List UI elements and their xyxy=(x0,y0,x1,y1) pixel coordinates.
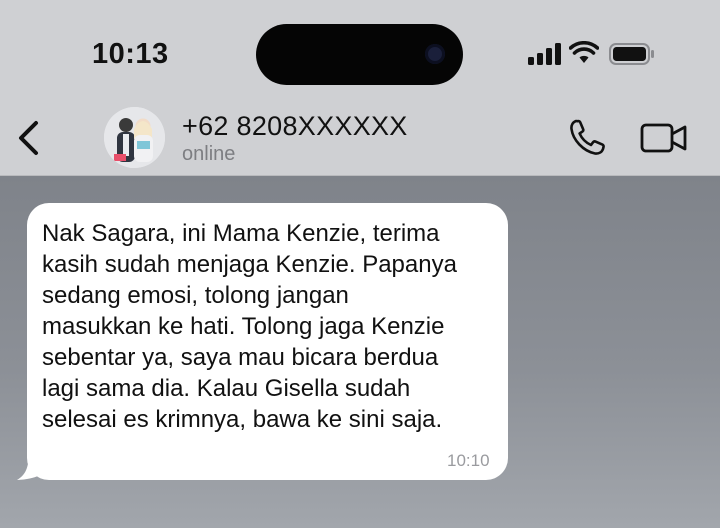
message-text: Nak Sagara, ini Mama Kenzie, terima kasi… xyxy=(42,220,457,433)
avatar[interactable] xyxy=(104,107,165,168)
contact-status: online xyxy=(182,143,236,165)
contact-photo xyxy=(104,107,165,168)
chevron-left-icon[interactable] xyxy=(12,118,46,158)
video-camera-icon[interactable] xyxy=(640,121,688,155)
chat-header: 10:13 +62 8208XXXXXX online xyxy=(0,0,720,176)
wifi-icon xyxy=(569,41,599,63)
cellular-signal-icon xyxy=(528,43,561,65)
message-timestamp: 10:10 xyxy=(447,451,490,470)
dynamic-island xyxy=(256,24,463,85)
phone-icon[interactable] xyxy=(567,118,607,158)
contact-name[interactable]: +62 8208XXXXXX xyxy=(182,111,408,142)
battery-icon xyxy=(609,43,654,65)
status-time: 10:13 xyxy=(92,38,169,70)
camera-indicator-icon xyxy=(425,44,445,64)
status-icons xyxy=(528,41,658,70)
